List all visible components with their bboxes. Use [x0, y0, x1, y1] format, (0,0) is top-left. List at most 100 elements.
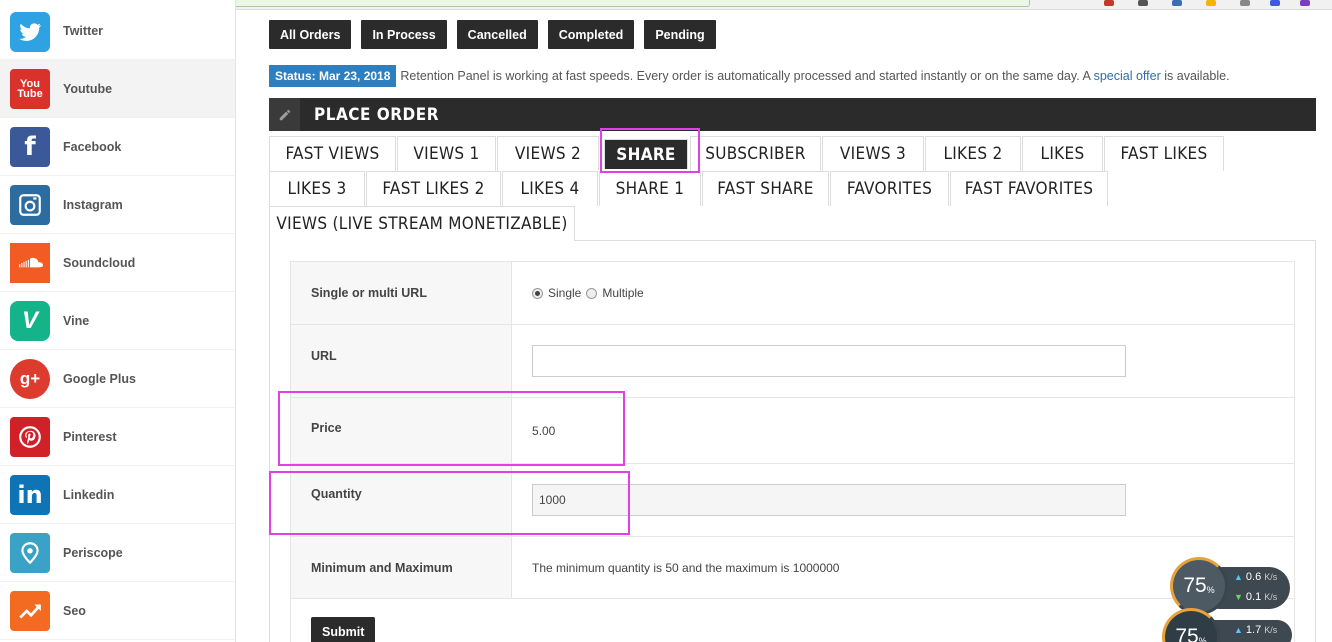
sidebar-item-pinterest[interactable]: Pinterest: [0, 408, 235, 466]
tab-favorites[interactable]: FAVORITES: [830, 171, 949, 206]
sidebar-item-label: Seo: [63, 603, 86, 618]
url-mode-label: Single or multi URL: [291, 262, 512, 324]
sidebar-item-label: Facebook: [63, 139, 122, 154]
minmax-label: Minimum and Maximum: [291, 537, 512, 598]
tab-fast-favorites[interactable]: FAST FAVORITES: [950, 171, 1108, 206]
speed-unit: K/s: [1264, 625, 1278, 635]
cancelled-button[interactable]: Cancelled: [456, 20, 538, 49]
sidebar-item-soundcloud[interactable]: Soundcloud: [0, 234, 235, 292]
extension-icon[interactable]: [1240, 0, 1250, 6]
tab-views-2[interactable]: VIEWS 2: [497, 136, 599, 171]
sidebar-item-youtube[interactable]: You Tube Youtube: [0, 60, 235, 118]
extension-icon[interactable]: [1104, 0, 1114, 6]
tab-fast-likes-2[interactable]: FAST LIKES 2: [366, 171, 501, 206]
sidebar-item-label: Vine: [63, 313, 90, 328]
tab-likes[interactable]: LIKES: [1022, 136, 1103, 171]
upload-arrow-icon: ▲: [1234, 572, 1243, 582]
form-row-minmax: Minimum and Maximum The minimum quantity…: [291, 537, 1294, 599]
all-orders-button[interactable]: All Orders: [269, 20, 352, 49]
in-process-button[interactable]: In Process: [361, 20, 447, 49]
single-radio[interactable]: [532, 287, 543, 299]
tab-views-1[interactable]: VIEWS 1: [397, 136, 496, 171]
sidebar-item-label: Google Plus: [63, 371, 136, 386]
tab-fast-share[interactable]: FAST SHARE: [702, 171, 829, 206]
tab-share[interactable]: SHARE: [604, 139, 688, 169]
sidebar-item-facebook[interactable]: f Facebook: [0, 118, 235, 176]
memory-gauge: 75%: [1162, 608, 1220, 642]
gauge-percent: 75: [1175, 625, 1199, 642]
facebook-icon: f: [10, 126, 50, 167]
upload-speed: 0.6: [1245, 571, 1262, 583]
pinterest-icon: [10, 416, 50, 457]
sidebar-item-linkedin[interactable]: in Linkedin: [0, 466, 235, 524]
pending-button[interactable]: Pending: [644, 20, 716, 49]
tab-likes-4[interactable]: LIKES 4: [502, 171, 598, 206]
gauge-percent: 75: [1183, 574, 1207, 597]
sidebar-item-label: Pinterest: [63, 429, 117, 444]
tab-share-1[interactable]: SHARE 1: [599, 171, 701, 206]
youtube-icon: You Tube: [10, 68, 50, 109]
form-row-url: URL: [291, 325, 1294, 398]
form-row-quantity: Quantity: [291, 464, 1294, 537]
network-speed-widget[interactable]: ▲ 0.6 K/s ▼ 0.1 K/s 75%: [1170, 557, 1292, 615]
price-label: Price: [291, 398, 512, 463]
tab-fast-views[interactable]: FAST VIEWS: [269, 136, 396, 171]
tab-fast-likes[interactable]: FAST LIKES: [1104, 136, 1224, 171]
single-label: Single: [548, 286, 582, 300]
sidebar: Twitter You Tube Youtube f Facebook Insta…: [0, 0, 236, 642]
sidebar-item-twitter[interactable]: Twitter: [0, 2, 235, 60]
extension-icon[interactable]: [1206, 0, 1216, 6]
url-value-cell: [512, 325, 1294, 397]
sidebar-item-periscope[interactable]: Periscope: [0, 524, 235, 582]
sidebar-item-label: Periscope: [63, 545, 123, 560]
form-row-submit: [291, 599, 1294, 642]
sidebar-item-label: Youtube: [63, 81, 113, 96]
sidebar-item-instagram[interactable]: Instagram: [0, 176, 235, 234]
sidebar-item-vine[interactable]: V Vine: [0, 292, 235, 350]
sidebar-item-seo[interactable]: Seo: [0, 582, 235, 640]
linkedin-icon: in: [10, 474, 50, 515]
extension-icon[interactable]: [1138, 0, 1148, 6]
speed-unit: K/s: [1264, 592, 1278, 602]
network-speed-widget-2[interactable]: ▲ 1.7 K/s 75%: [1162, 608, 1292, 642]
google-plus-icon: g+: [10, 358, 50, 399]
tab-views-live-stream[interactable]: VIEWS (LIVE STREAM MONETIZABLE): [269, 206, 575, 241]
form-row-price: Price 5.00: [291, 398, 1294, 464]
quantity-label: Quantity: [291, 464, 512, 536]
tab-likes-2[interactable]: LIKES 2: [925, 136, 1021, 171]
seo-icon: [10, 590, 50, 631]
vine-icon: V: [10, 300, 50, 341]
url-input[interactable]: [532, 345, 1126, 377]
sidebar-item-google-plus[interactable]: g+ Google Plus: [0, 350, 235, 408]
completed-button[interactable]: Completed: [547, 20, 635, 49]
instagram-icon: [10, 184, 50, 225]
extension-icon[interactable]: [1172, 0, 1182, 6]
soundcloud-icon: [10, 242, 50, 283]
tab-views-3[interactable]: VIEWS 3: [822, 136, 924, 171]
special-offer-link[interactable]: special offer: [1094, 69, 1161, 83]
quantity-input[interactable]: [532, 484, 1126, 516]
panel-title: PLACE ORDER: [314, 104, 439, 125]
download-arrow-icon: ▼: [1234, 592, 1243, 602]
tab-likes-3[interactable]: LIKES 3: [269, 171, 365, 206]
url-mode-options: Single Multiple: [512, 262, 1294, 324]
memory-gauge: 75%: [1170, 557, 1228, 615]
twitter-icon: [10, 12, 50, 52]
tab-subscriber[interactable]: SUBSCRIBER: [690, 136, 821, 171]
form-row-url-mode: Single or multi URL Single Multiple: [291, 262, 1294, 325]
place-order-header: PLACE ORDER: [269, 98, 1316, 131]
extension-icon[interactable]: [1300, 0, 1310, 6]
periscope-icon: [10, 532, 50, 573]
submit-button[interactable]: Submit: [311, 617, 376, 642]
quantity-value-cell: [512, 464, 1294, 536]
upload-speed: 1.7: [1245, 624, 1262, 636]
percent-sign: %: [1206, 585, 1215, 595]
percent-sign: %: [1198, 636, 1207, 642]
sidebar-item-label: Twitter: [63, 24, 104, 38]
speed-unit: K/s: [1264, 572, 1278, 582]
multiple-label: Multiple: [602, 286, 644, 300]
extension-icon[interactable]: [1270, 0, 1280, 6]
sidebar-item-label: Linkedin: [63, 487, 115, 502]
multiple-radio[interactable]: [586, 287, 598, 299]
price-value: 5.00: [532, 423, 556, 438]
